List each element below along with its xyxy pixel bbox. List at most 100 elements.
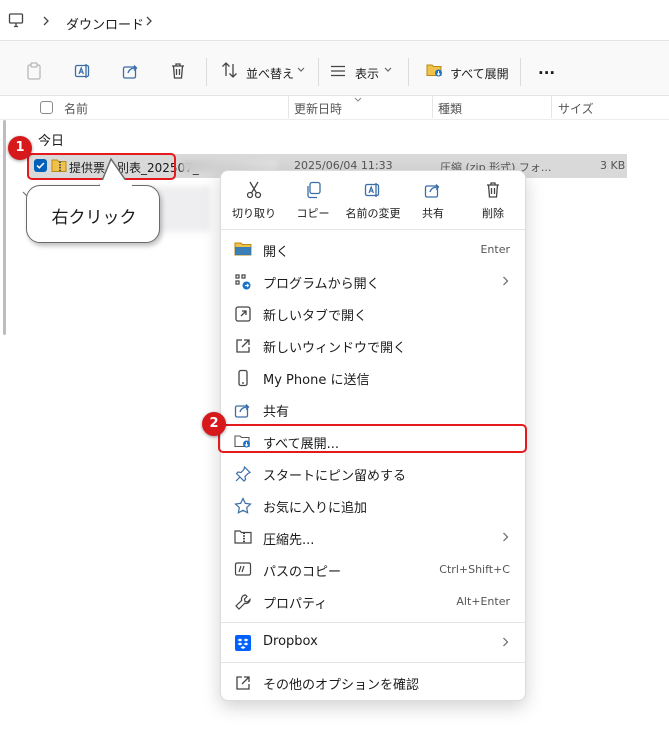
chevron-right-icon	[502, 637, 509, 647]
scrollbar[interactable]	[3, 120, 6, 335]
star-icon	[234, 497, 252, 515]
menu-item-dropbox[interactable]: Dropbox	[221, 627, 525, 657]
share-icon	[424, 184, 440, 198]
command-bar: 並べ替え 表示 すべて展開 ...	[0, 41, 669, 96]
toolbar-separator	[408, 58, 409, 86]
pin-icon	[234, 465, 252, 483]
rename-action[interactable]: 名前の変更	[343, 181, 403, 221]
rename-label: 名前の変更	[345, 207, 401, 220]
extract-all-icon[interactable]	[426, 62, 444, 78]
column-date[interactable]: 更新日時	[294, 100, 342, 117]
menu-item-open-new-tab[interactable]: 新しいタブで開く	[221, 298, 525, 328]
breadcrumb-chevron-icon[interactable]	[42, 16, 50, 26]
file-size: 3 KB	[600, 159, 626, 172]
step-badge-2: 2	[202, 412, 226, 436]
copy-label: コピー	[296, 207, 330, 220]
chevron-down-icon[interactable]	[297, 67, 305, 73]
dropbox-icon	[234, 634, 252, 652]
speech-bubble: 右クリック	[26, 185, 160, 243]
paste-icon[interactable]	[26, 62, 42, 80]
more-options-icon	[234, 674, 252, 692]
column-separator[interactable]	[432, 96, 433, 118]
menu-item-open-with[interactable]: プログラムから開く	[221, 266, 525, 296]
copy-icon	[307, 181, 321, 199]
menu-item-properties[interactable]: プロパティ Alt+Enter	[221, 586, 525, 616]
column-name[interactable]: 名前	[64, 100, 88, 117]
bubble-text: 右クリック	[51, 208, 137, 228]
sort-button[interactable]: 並べ替え	[246, 65, 294, 82]
sort-caret-icon	[354, 97, 362, 102]
copy-action[interactable]: コピー	[283, 181, 343, 221]
cut-label: 切り取り	[232, 207, 276, 220]
compress-icon	[234, 529, 252, 545]
highlight-box-extract	[218, 424, 527, 453]
menu-item-open-new-window[interactable]: 新しいウィンドウで開く	[221, 330, 525, 360]
menu-item-label: プロパティ	[263, 597, 328, 612]
delete-label: 削除	[482, 207, 504, 220]
shortcut-text: Enter	[480, 243, 510, 256]
wrench-icon	[234, 593, 252, 611]
menu-item-label: 開く	[263, 245, 290, 260]
more-button[interactable]: ...	[538, 60, 555, 78]
share-icon[interactable]	[122, 62, 140, 80]
menu-item-label: 圧縮先...	[263, 533, 315, 548]
column-type[interactable]: 種類	[438, 100, 462, 117]
extract-all-button[interactable]: すべて展開	[450, 65, 509, 82]
menu-item-label: 新しいタブで開く	[263, 309, 368, 324]
menu-item-label: その他のオプションを確認	[263, 678, 420, 693]
chevron-down-icon[interactable]	[384, 67, 392, 73]
menu-item-pin-to-start[interactable]: スタートにピン留めする	[221, 458, 525, 488]
menu-separator	[221, 229, 525, 230]
column-separator[interactable]	[288, 96, 289, 118]
menu-item-label: お気に入りに追加	[263, 501, 368, 516]
menu-separator	[221, 622, 525, 623]
share-label: 共有	[422, 207, 444, 220]
menu-item-add-favorite[interactable]: お気に入りに追加	[221, 490, 525, 520]
share-action[interactable]: 共有	[403, 181, 463, 221]
shortcut-text: Ctrl+Shift+C	[439, 563, 510, 576]
menu-separator	[221, 662, 525, 663]
address-bar[interactable]: ダウンロード	[0, 0, 669, 42]
open-with-icon	[234, 273, 252, 291]
menu-item-label: パスのコピー	[263, 565, 342, 580]
delete-icon[interactable]	[170, 62, 186, 80]
rename-icon[interactable]	[74, 62, 92, 80]
new-window-icon	[234, 337, 252, 355]
breadcrumb-downloads[interactable]: ダウンロード	[66, 14, 144, 33]
menu-item-label: My Phone に送信	[263, 373, 370, 388]
menu-item-label: プログラムから開く	[263, 277, 380, 292]
column-size[interactable]: サイズ	[558, 100, 594, 117]
this-pc-icon[interactable]	[8, 13, 24, 28]
sort-icon[interactable]	[221, 62, 239, 78]
column-header: 名前 更新日時 種類 サイズ	[0, 96, 669, 120]
menu-item-more-options[interactable]: その他のオプションを確認	[221, 667, 525, 697]
menu-item-label: スタートにピン留めする	[263, 469, 407, 484]
trash-icon	[487, 182, 499, 198]
select-all-checkbox[interactable]	[40, 101, 53, 114]
bubble-joint	[100, 180, 132, 188]
menu-item-label: Dropbox	[263, 634, 318, 649]
menu-item-compress-to[interactable]: 圧縮先...	[221, 522, 525, 552]
menu-item-send-to-phone[interactable]: My Phone に送信	[221, 362, 525, 392]
breadcrumb-chevron-icon[interactable]	[145, 16, 153, 26]
menu-item-open[interactable]: 開く Enter	[221, 234, 525, 264]
delete-action[interactable]: 削除	[463, 181, 523, 221]
new-tab-icon	[234, 305, 252, 323]
view-button[interactable]: 表示	[355, 65, 379, 82]
toolbar-separator	[318, 58, 319, 86]
folder-icon	[234, 241, 252, 257]
chevron-right-icon	[502, 532, 509, 542]
copy-path-icon	[234, 561, 252, 577]
group-header-today[interactable]: 今日	[38, 130, 64, 149]
toolbar-separator	[206, 58, 207, 86]
step-badge-1: 1	[8, 136, 32, 160]
cut-action[interactable]: 切り取り	[224, 181, 284, 221]
menu-item-label: 新しいウィンドウで開く	[263, 341, 407, 356]
view-icon[interactable]	[330, 65, 346, 77]
menu-item-copy-path[interactable]: パスのコピー Ctrl+Shift+C	[221, 554, 525, 584]
menu-item-label: 共有	[263, 405, 290, 420]
toolbar-separator	[520, 58, 521, 86]
phone-icon	[234, 369, 252, 387]
column-separator[interactable]	[551, 96, 552, 118]
menu-item-share[interactable]: 共有	[221, 394, 525, 424]
